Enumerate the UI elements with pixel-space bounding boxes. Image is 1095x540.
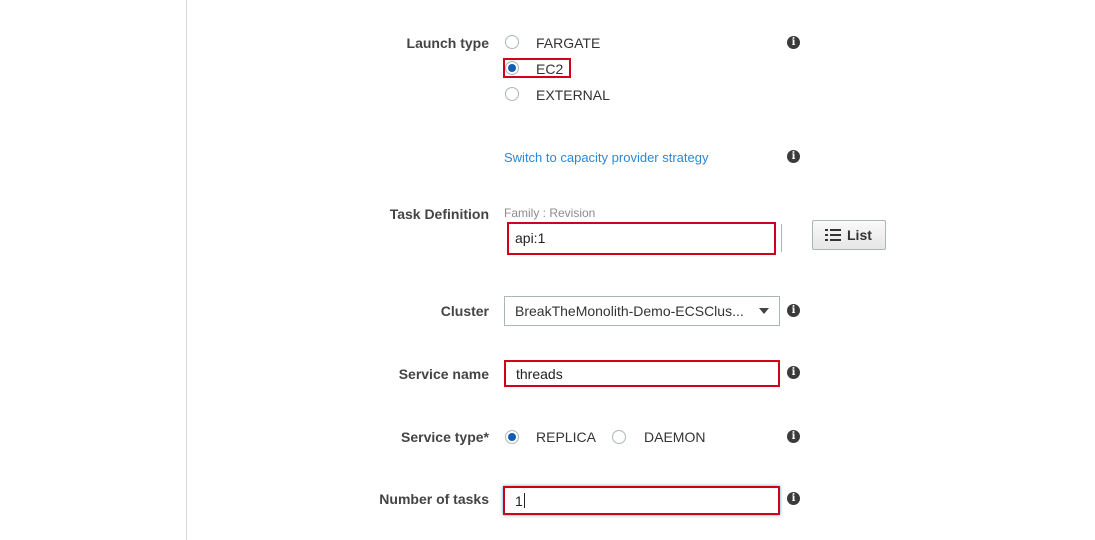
cluster-select[interactable]: BreakTheMonolith-Demo-ECSClus... (504, 296, 780, 326)
service-name-label: Service name (398, 366, 489, 382)
radio-daemon-label[interactable]: DAEMON (644, 429, 705, 445)
task-definition-hint: Family : Revision (504, 206, 596, 220)
task-definition-label: Task Definition (389, 206, 489, 222)
task-definition-input[interactable]: api:1 (507, 222, 776, 255)
service-name-input[interactable]: threads (504, 360, 780, 387)
radio-replica[interactable] (505, 430, 519, 444)
task-definition-input-edge (778, 224, 782, 252)
panel-left-border (186, 0, 187, 540)
radio-fargate[interactable] (505, 35, 519, 49)
service-name-value: threads (516, 366, 563, 382)
list-icon (825, 229, 841, 241)
list-button[interactable]: List (812, 220, 886, 250)
info-icon[interactable]: i (787, 150, 800, 163)
number-of-tasks-input[interactable]: 1 (503, 486, 780, 515)
list-button-label: List (847, 227, 872, 243)
radio-ec2-label[interactable]: EC2 (536, 61, 563, 77)
switch-capacity-provider-link[interactable]: Switch to capacity provider strategy (504, 150, 708, 165)
info-icon[interactable]: i (787, 492, 800, 505)
service-type-label: Service type* (401, 429, 489, 445)
radio-fargate-label[interactable]: FARGATE (536, 35, 600, 51)
info-icon[interactable]: i (787, 366, 800, 379)
chevron-down-icon (759, 308, 769, 314)
radio-external[interactable] (505, 87, 519, 101)
info-icon[interactable]: i (787, 36, 800, 49)
radio-daemon[interactable] (612, 430, 626, 444)
radio-external-label[interactable]: EXTERNAL (536, 87, 610, 103)
info-icon[interactable]: i (787, 304, 800, 317)
radio-replica-label[interactable]: REPLICA (536, 429, 596, 445)
number-of-tasks-label: Number of tasks (379, 491, 489, 507)
launch-type-label: Launch type (406, 35, 489, 51)
cluster-label: Cluster (440, 303, 489, 319)
number-of-tasks-value: 1 (515, 493, 523, 509)
task-definition-value: api:1 (515, 230, 546, 246)
radio-ec2[interactable] (505, 61, 519, 75)
info-icon[interactable]: i (787, 430, 800, 443)
text-cursor (523, 493, 525, 508)
